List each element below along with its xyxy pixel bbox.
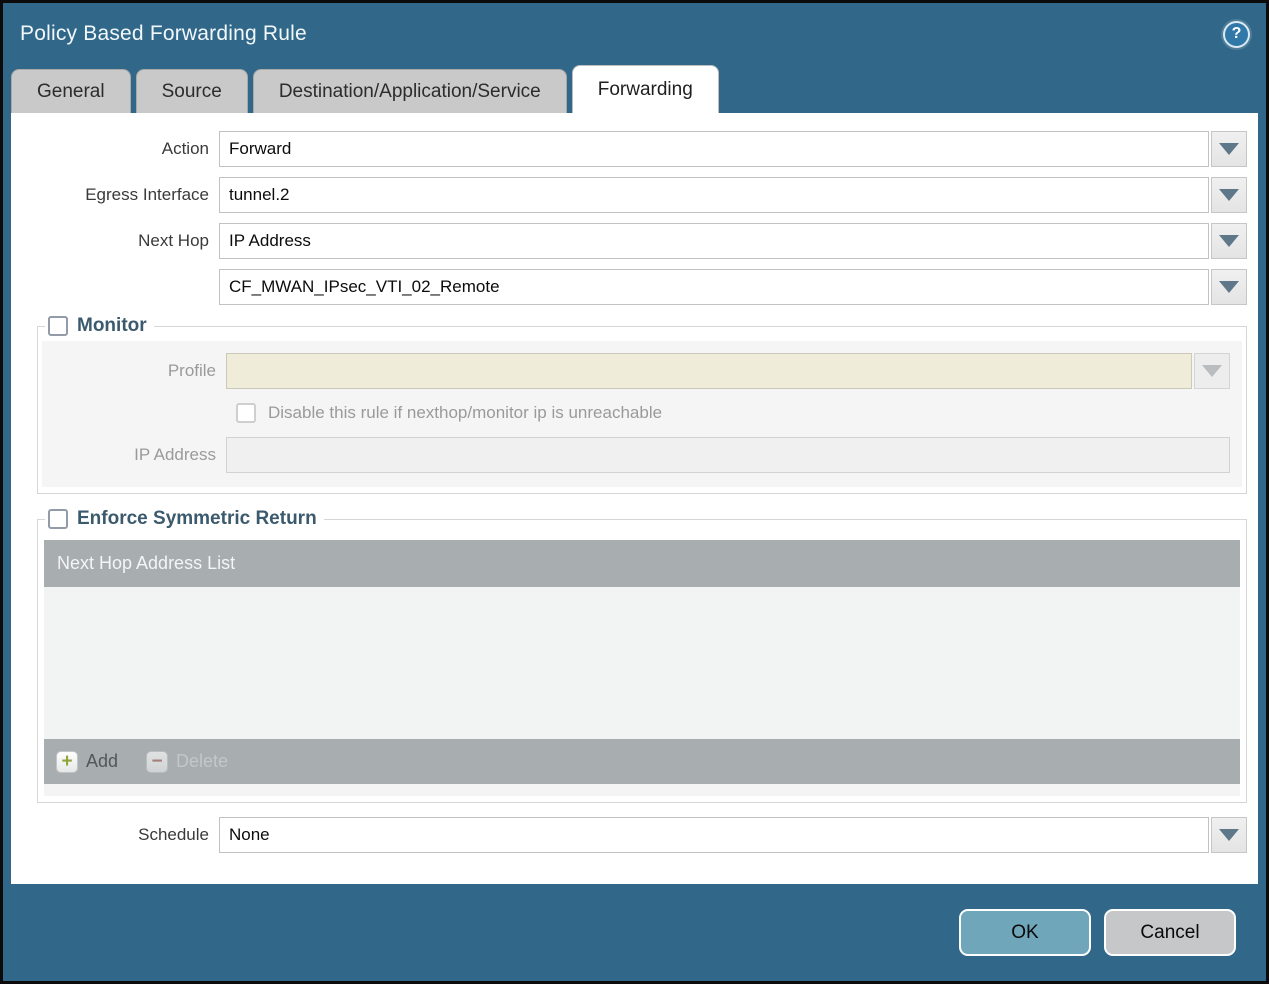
chevron-down-icon bbox=[1202, 365, 1222, 377]
monitor-ip-address-row: IP Address bbox=[42, 437, 1230, 473]
schedule-select[interactable]: None bbox=[219, 817, 1209, 853]
delete-button: − Delete bbox=[146, 750, 229, 773]
monitor-legend: Monitor bbox=[45, 315, 154, 337]
dialog-title: Policy Based Forwarding Rule bbox=[20, 22, 307, 45]
next-hop-select[interactable]: IP Address bbox=[219, 223, 1209, 259]
enforce-symmetric-return-checkbox[interactable] bbox=[48, 509, 68, 529]
table-scrollbar-track[interactable] bbox=[44, 784, 1240, 796]
profile-label: Profile bbox=[167, 361, 216, 380]
monitor-fieldset: Monitor Profile Disable this rule if nex… bbox=[37, 315, 1247, 494]
next-hop-row: Next Hop IP Address bbox=[11, 223, 1247, 259]
cancel-button[interactable]: Cancel bbox=[1104, 909, 1236, 956]
help-icon[interactable]: ? bbox=[1223, 20, 1250, 48]
egress-interface-dropdown-trigger[interactable] bbox=[1211, 177, 1247, 213]
delete-button-label: Delete bbox=[176, 751, 229, 771]
disable-rule-label: Disable this rule if nexthop/monitor ip … bbox=[268, 403, 663, 422]
next-hop-address-dropdown-trigger[interactable] bbox=[1211, 269, 1247, 305]
monitor-label: Monitor bbox=[77, 315, 147, 336]
schedule-dropdown-trigger[interactable] bbox=[1211, 817, 1247, 853]
tab-bar: General Source Destination/Application/S… bbox=[3, 65, 1266, 113]
minus-icon: − bbox=[146, 750, 169, 773]
table-header-label: Next Hop Address List bbox=[57, 553, 236, 573]
dialog-titlebar: Policy Based Forwarding Rule ? bbox=[3, 3, 1266, 65]
action-label: Action bbox=[161, 139, 209, 158]
action-row: Action Forward bbox=[11, 131, 1247, 167]
action-dropdown-trigger[interactable] bbox=[1211, 131, 1247, 167]
next-hop-address-select[interactable]: CF_MWAN_IPsec_VTI_02_Remote bbox=[219, 269, 1209, 305]
next-hop-address-row: CF_MWAN_IPsec_VTI_02_Remote bbox=[11, 269, 1247, 305]
tab-source[interactable]: Source bbox=[135, 69, 248, 113]
monitor-checkbox[interactable] bbox=[48, 316, 68, 336]
chevron-down-icon bbox=[1219, 143, 1239, 155]
add-button[interactable]: + Add bbox=[56, 750, 119, 773]
next-hop-dropdown-trigger[interactable] bbox=[1211, 223, 1247, 259]
table-header: Next Hop Address List bbox=[44, 540, 1240, 587]
chevron-down-icon bbox=[1219, 235, 1239, 247]
enforce-symmetric-return-label: Enforce Symmetric Return bbox=[77, 508, 317, 529]
action-select[interactable]: Forward bbox=[219, 131, 1209, 167]
chevron-down-icon bbox=[1219, 829, 1239, 841]
monitor-ip-address-input bbox=[226, 437, 1230, 473]
schedule-label: Schedule bbox=[138, 825, 209, 844]
monitor-ip-address-label: IP Address bbox=[134, 445, 216, 464]
egress-interface-select[interactable]: tunnel.2 bbox=[219, 177, 1209, 213]
tab-general[interactable]: General bbox=[11, 69, 131, 113]
disable-rule-checkbox bbox=[236, 403, 256, 423]
tab-content-forwarding: Action Forward Egress Interface tunnel.2… bbox=[11, 113, 1258, 884]
enforce-symmetric-return-legend: Enforce Symmetric Return bbox=[45, 508, 324, 530]
plus-icon: + bbox=[56, 750, 78, 773]
profile-dropdown-trigger bbox=[1194, 353, 1230, 389]
egress-interface-label: Egress Interface bbox=[85, 185, 209, 204]
add-button-label: Add bbox=[86, 751, 119, 771]
next-hop-address-list-table: Next Hop Address List + Add − Delete bbox=[44, 540, 1240, 784]
tab-destination-application-service[interactable]: Destination/Application/Service bbox=[252, 69, 567, 113]
profile-row: Profile bbox=[42, 353, 1230, 389]
chevron-down-icon bbox=[1219, 281, 1239, 293]
enforce-symmetric-return-fieldset: Enforce Symmetric Return Next Hop Addres… bbox=[37, 508, 1247, 803]
monitor-panel: Profile Disable this rule if nexthop/mon… bbox=[42, 341, 1242, 487]
disable-rule-row: Disable this rule if nexthop/monitor ip … bbox=[236, 403, 1230, 423]
profile-select bbox=[226, 353, 1192, 389]
next-hop-label: Next Hop bbox=[138, 231, 209, 250]
ok-button[interactable]: OK bbox=[959, 909, 1091, 956]
policy-based-forwarding-rule-dialog: Policy Based Forwarding Rule ? General S… bbox=[0, 0, 1269, 984]
egress-interface-row: Egress Interface tunnel.2 bbox=[11, 177, 1247, 213]
schedule-row: Schedule None bbox=[11, 817, 1247, 853]
table-body-empty[interactable] bbox=[44, 587, 1240, 739]
chevron-down-icon bbox=[1219, 189, 1239, 201]
tab-forwarding[interactable]: Forwarding bbox=[571, 65, 719, 113]
table-toolbar: + Add − Delete bbox=[44, 739, 1240, 784]
dialog-footer: OK Cancel bbox=[3, 884, 1266, 956]
